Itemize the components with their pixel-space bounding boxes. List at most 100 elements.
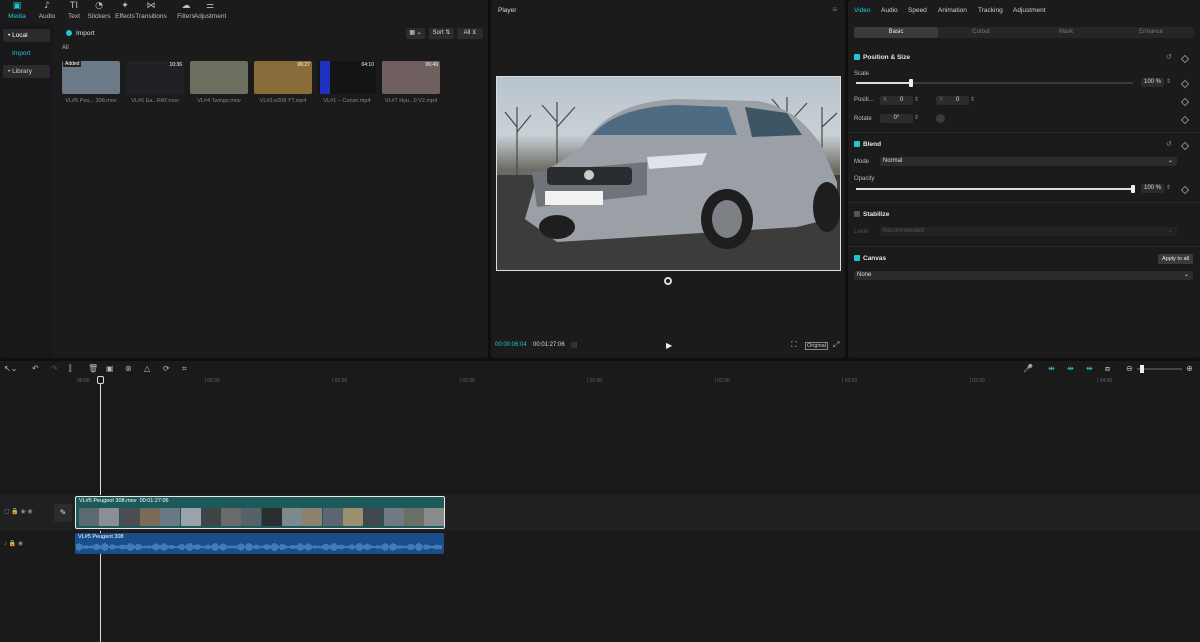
mute-icon[interactable]: ◉ — [27, 509, 32, 515]
freeze-icon[interactable]: ▣ — [106, 364, 114, 373]
media-thumbnail[interactable]: 06:49 — [382, 61, 440, 94]
time-tick: 00:00 — [77, 378, 90, 384]
rotate-stepper-icon[interactable]: ⇕ — [914, 114, 919, 121]
media-thumbnail[interactable]: 06:27 — [254, 61, 312, 94]
eye-icon[interactable]: ◉ — [21, 509, 26, 515]
level-select[interactable]: Recommended ⌄ — [880, 227, 1177, 236]
canvas-checkbox[interactable] — [854, 255, 860, 261]
mode-select[interactable]: Normal ⌄ — [880, 157, 1177, 166]
timecode-icon[interactable]: ▤ — [571, 341, 578, 349]
section-canvas[interactable]: Canvas — [854, 255, 886, 262]
redo-icon[interactable]: ↷ — [51, 364, 58, 373]
media-thumbnail[interactable]: 04:10 — [318, 61, 376, 94]
sort-button[interactable]: Sort ⇅ — [429, 28, 454, 39]
tab-media[interactable]: ▣ Media — [0, 0, 34, 22]
rotate-dial-icon[interactable] — [936, 114, 945, 123]
delete-icon[interactable]: 🗑 — [88, 364, 98, 373]
player-menu-icon[interactable]: ≡ — [832, 5, 837, 14]
scale-slider[interactable] — [856, 79, 1133, 87]
section-position-size[interactable]: Position & Size — [854, 54, 910, 61]
media-name: VL#6 Ea...RAT.mov — [131, 98, 179, 104]
select-tool-icon[interactable]: ↖⌄ — [4, 364, 17, 373]
preview-frame[interactable] — [496, 76, 841, 271]
microphone-icon[interactable]: 🎤 — [1023, 364, 1033, 373]
pencil-icon: ✎ — [59, 508, 67, 517]
blend-reset-icon[interactable]: ↺ — [1166, 140, 1172, 148]
scale-value-field[interactable]: 100 % — [1141, 78, 1164, 87]
media-thumbnail[interactable] — [190, 61, 248, 94]
subtab-mask[interactable]: Mask — [1024, 27, 1108, 38]
zoom-out-icon[interactable]: ⊖ — [1126, 364, 1133, 373]
position-x-field[interactable]: X0 — [880, 96, 913, 105]
opacity-stepper-icon[interactable]: ⇕ — [1166, 184, 1171, 191]
view-toggle-button[interactable]: ▦ ⌄ — [406, 28, 425, 39]
link-icon[interactable]: ⇹ — [1067, 364, 1074, 373]
lock-icon[interactable]: 🔒 — [11, 509, 18, 515]
opacity-slider-handle[interactable] — [1131, 185, 1135, 193]
section-stabilize[interactable]: Stabilize — [854, 211, 889, 218]
inspector-tab-adjustment[interactable]: Adjustment — [1013, 7, 1046, 14]
scale-slider-handle[interactable] — [909, 79, 914, 87]
split-view-icon[interactable]: ⧈ — [1105, 364, 1110, 374]
rotate-handle-icon[interactable] — [664, 277, 672, 285]
snap-icon[interactable]: ⇹ — [1048, 364, 1055, 373]
position-size-checkbox[interactable] — [854, 54, 860, 60]
position-y-field[interactable]: Y0 — [936, 96, 969, 105]
ratio-button[interactable]: Original — [805, 342, 828, 350]
zoom-slider[interactable] — [1137, 365, 1182, 373]
preview-axis-icon[interactable]: ⇹ — [1086, 364, 1093, 373]
scale-stepper-icon[interactable]: ⇕ — [1166, 78, 1171, 85]
clip-frame — [200, 508, 221, 526]
zoom-in-icon[interactable]: ⊕ — [1186, 364, 1193, 373]
reset-icon[interactable]: ↺ — [1166, 53, 1172, 61]
subtab-cutout[interactable]: Cutout — [939, 27, 1023, 38]
inspector-tab-audio[interactable]: Audio — [881, 7, 898, 14]
undo-icon[interactable]: ↶ — [32, 364, 39, 373]
inspector-tab-speed[interactable]: Speed — [908, 7, 927, 14]
clip-frame — [322, 508, 343, 526]
x-stepper-icon[interactable]: ⇕ — [914, 96, 919, 103]
apply-to-all-button[interactable]: Apply to all — [1158, 254, 1193, 264]
canvas-select[interactable]: None ⌄ — [854, 271, 1193, 280]
fit-icon[interactable]: ⛶ — [791, 340, 797, 350]
rotate-field[interactable]: 0° — [880, 114, 913, 123]
tab-adjustment[interactable]: ⚌ Adjustment — [193, 0, 227, 22]
video-clip[interactable]: VL#5 Peugeot 308.mov 00:01:27:06 — [75, 496, 445, 529]
zoom-slider-handle[interactable] — [1140, 365, 1144, 373]
cover-icon[interactable]: ▢ — [4, 509, 10, 515]
edit-cover-button[interactable]: ✎ — [54, 504, 72, 522]
play-button[interactable]: ▶ — [666, 341, 672, 350]
sidebar-item-library[interactable]: • Library — [3, 65, 50, 78]
reverse-icon[interactable]: ⊛ — [125, 364, 132, 373]
rotate-icon[interactable]: ⟳ — [163, 364, 170, 373]
section-blend[interactable]: Blend — [854, 141, 881, 148]
time-tick: | 03:00 — [842, 378, 858, 384]
audio-lock-icon[interactable]: 🔒 — [9, 541, 16, 547]
media-name: VL#1 – Conse.mp4 — [323, 98, 371, 104]
media-thumbnail[interactable]: Added — [62, 61, 120, 94]
tab-transitions[interactable]: ⋈ Transitions — [134, 0, 168, 22]
audio-clip[interactable]: VL#5 Peugeot 308 — [75, 533, 444, 554]
stabilize-checkbox[interactable] — [854, 211, 860, 217]
inspector-tab-animation[interactable]: Animation — [938, 7, 967, 14]
import-button[interactable]: Import — [66, 30, 94, 37]
crop-icon[interactable]: ⌗ — [182, 364, 187, 374]
current-time: 00:00:06:04 — [495, 342, 527, 348]
subtab-enhance[interactable]: Enhance — [1109, 27, 1193, 38]
subtab-basic[interactable]: Basic — [854, 27, 938, 38]
sidebar-item-local[interactable]: • Local — [3, 29, 50, 42]
blend-checkbox[interactable] — [854, 141, 860, 147]
filter-all-button[interactable]: All ⊻ — [457, 28, 483, 39]
inspector-tab-video[interactable]: Video — [854, 7, 871, 14]
mirror-icon[interactable]: △ — [144, 364, 150, 373]
inspector-tab-tracking[interactable]: Tracking — [978, 7, 1003, 14]
opacity-slider[interactable] — [856, 185, 1135, 193]
audio-mute-icon[interactable]: ◉ — [18, 541, 23, 547]
playhead-handle-icon[interactable] — [97, 376, 104, 384]
media-thumbnail[interactable]: 10:36 — [126, 61, 184, 94]
y-stepper-icon[interactable]: ⇕ — [970, 96, 975, 103]
fullscreen-icon[interactable]: ⤢ — [833, 340, 839, 350]
opacity-value-field[interactable]: 100 % — [1141, 184, 1164, 193]
sidebar-item-import[interactable]: Import — [3, 47, 50, 60]
split-icon[interactable]: ⫿ — [69, 364, 72, 374]
